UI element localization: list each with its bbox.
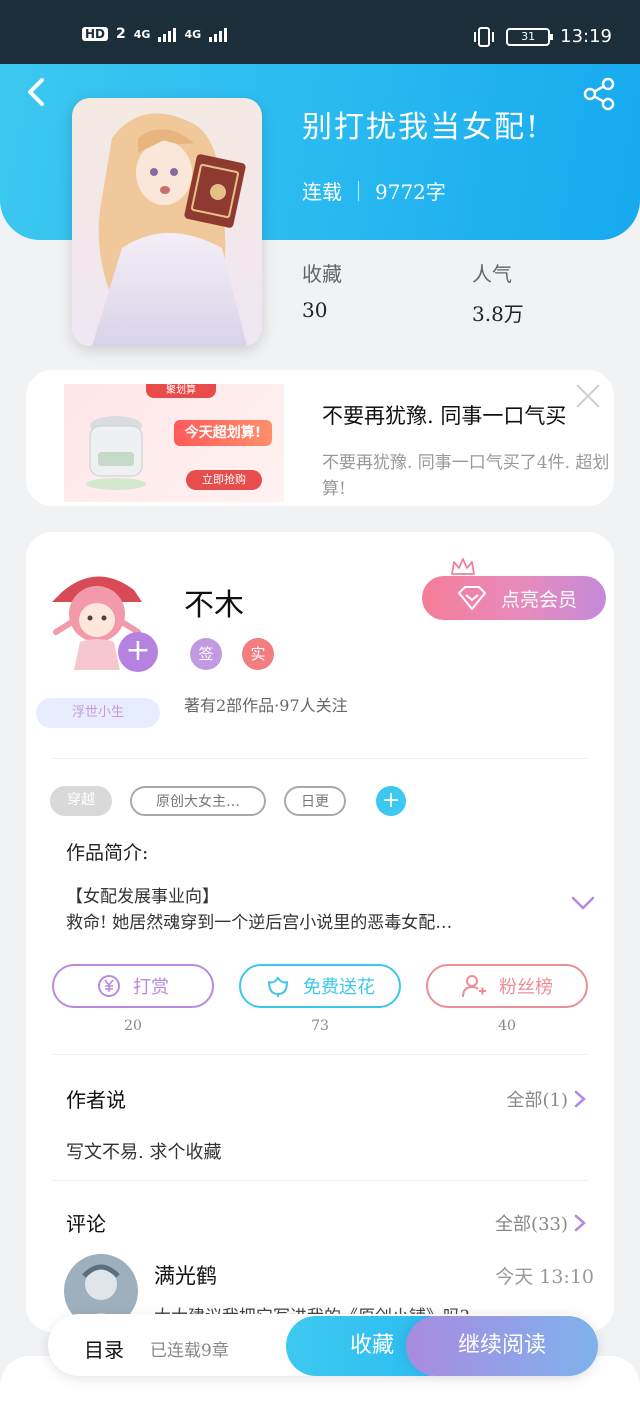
- vibrate-icon: [474, 26, 495, 47]
- book-status: 连载: [302, 180, 342, 204]
- comment-time: 今天 13:10: [495, 1266, 594, 1288]
- tag-item[interactable]: 原创大女主…: [130, 786, 266, 816]
- chevron-right-icon: [574, 1214, 586, 1232]
- close-icon[interactable]: [574, 382, 602, 410]
- signal-icon: [158, 26, 177, 42]
- tag-item[interactable]: 日更: [284, 786, 346, 816]
- popularity-label: 人气: [472, 262, 512, 286]
- chevron-left-icon: [28, 78, 44, 106]
- table-of-contents-button[interactable]: 目录: [84, 1334, 124, 1363]
- ad-headline: 今天超划算!: [174, 420, 272, 446]
- flower-icon: [268, 977, 288, 997]
- vip-button[interactable]: 点亮会员: [422, 576, 606, 620]
- share-icon[interactable]: [582, 76, 618, 112]
- ad-title: 不要再犹豫. 同事一口气买: [322, 404, 567, 428]
- ad-description: 不要再犹豫. 同事一口气买了4件. 超划算!: [322, 453, 610, 499]
- user-icon: [462, 975, 486, 998]
- favorites-label: 收藏: [302, 262, 342, 286]
- author-title-badge: 浮世小生: [36, 698, 160, 728]
- signal-icon-2: [209, 26, 228, 42]
- cooker-icon: [86, 416, 146, 490]
- author-name: 不木: [184, 588, 244, 623]
- status-bar: HD 2 4G 4G 31 13:19: [0, 0, 640, 64]
- add-tag-button[interactable]: +: [376, 786, 406, 816]
- chapter-count: 已连载9章: [150, 1341, 229, 1361]
- reward-count: 20: [124, 1018, 142, 1034]
- author-works-info: 著有2部作品·97人关注: [184, 696, 348, 715]
- popularity-value: 3.8万: [472, 302, 524, 326]
- flower-count: 73: [311, 1018, 329, 1034]
- intro-line-1: 【女配发展事业向】: [66, 887, 219, 907]
- chevron-right-icon: [574, 1090, 586, 1108]
- fan-ranking-label: 粉丝榜: [499, 977, 553, 998]
- ad-image: 聚划算 今天超划算! 立即抢购: [64, 384, 284, 502]
- diamond-icon: [457, 586, 486, 610]
- book-cover[interactable]: [72, 98, 262, 346]
- yuan-coin-icon: [98, 975, 120, 997]
- author-says-text: 写文不易. 求个收藏: [66, 1142, 222, 1163]
- chevron-down-icon[interactable]: [570, 894, 596, 912]
- hd-indicator: HD: [82, 27, 109, 41]
- send-flower-button[interactable]: 免费送花: [239, 964, 401, 1008]
- crown-icon: [451, 558, 475, 575]
- reward-label: 打赏: [133, 977, 169, 998]
- network-type-2: 4G: [184, 27, 202, 41]
- book-title: 别打扰我当女配!: [302, 110, 541, 145]
- intro-title: 作品简介:: [66, 842, 149, 864]
- send-flower-label: 免费送花: [303, 977, 375, 998]
- comments-more-link[interactable]: 全部(33): [495, 1210, 586, 1236]
- fan-count: 40: [498, 1018, 516, 1034]
- reward-button[interactable]: 打赏: [52, 964, 214, 1008]
- commenter-name: 满光鹤: [154, 1264, 217, 1288]
- intro-line-2: 救命! 她居然魂穿到一个逆后宫小说里的恶毒女配…: [66, 913, 453, 933]
- ad-buy-button: 立即抢购: [186, 470, 262, 490]
- cover-illustration: [72, 98, 262, 346]
- word-count: 9772字: [375, 180, 446, 204]
- sim-indicator: 2: [116, 26, 126, 42]
- continue-reading-button[interactable]: 继续阅读: [406, 1316, 598, 1376]
- author-says-title: 作者说: [66, 1088, 126, 1112]
- author-says-count: 全部(1): [506, 1090, 569, 1111]
- meta-divider: [358, 180, 359, 201]
- ad-banner[interactable]: 聚划算 今天超划算! 立即抢购 不要再犹豫. 同事一口气买 不要再犹豫. 同事一…: [26, 370, 614, 506]
- follow-author-button[interactable]: +: [118, 632, 158, 672]
- ad-brand-label: 聚划算: [146, 384, 216, 398]
- network-type-1: 4G: [133, 27, 151, 41]
- tag-item[interactable]: 穿越: [50, 786, 112, 816]
- comments-count: 全部(33): [495, 1214, 568, 1235]
- vip-label: 点亮会员: [500, 588, 577, 611]
- book-detail-card: + 浮世小生 不木 签 实 著有2部作品·97人关注 点亮会员 穿越 原创大女主…: [26, 532, 614, 1332]
- signed-badge: 签: [190, 638, 222, 670]
- divider: [52, 758, 588, 759]
- divider: [52, 1054, 588, 1055]
- divider: [52, 1180, 588, 1181]
- favorites-value: 30: [302, 298, 328, 322]
- back-button[interactable]: [22, 72, 62, 112]
- author-says-more-link[interactable]: 全部(1): [507, 1086, 587, 1112]
- clock: 13:19: [560, 26, 612, 47]
- comments-title: 评论: [66, 1212, 106, 1236]
- fan-ranking-button[interactable]: 粉丝榜: [426, 964, 588, 1008]
- book-meta: 连载 9772字: [302, 176, 446, 205]
- verified-badge: 实: [242, 638, 274, 670]
- battery-icon: 31: [506, 27, 554, 46]
